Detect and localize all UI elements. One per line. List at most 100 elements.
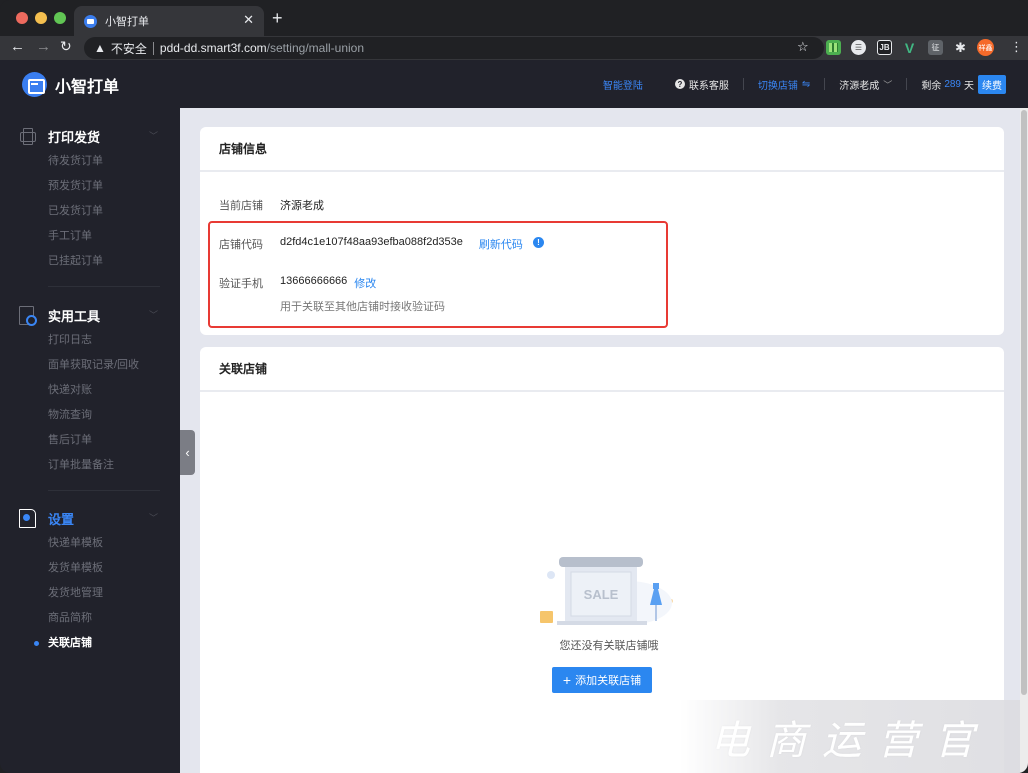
close-tab-icon[interactable]: ✕ (243, 12, 254, 28)
page-scrollbar[interactable] (1020, 108, 1028, 773)
brand-logo[interactable]: 小智打单 (22, 72, 119, 97)
collapse-sidebar-button[interactable]: ‹ (180, 430, 195, 475)
sidebar-item[interactable]: 售后订单 (0, 428, 180, 453)
browser-tab[interactable]: 小智打单 ✕ (74, 6, 264, 36)
group-title: 打印发货 (48, 129, 101, 145)
field-label: 店铺代码 (219, 239, 263, 251)
user-dropdown[interactable]: 济源老成 ﹀ (839, 77, 892, 92)
sidebar-group-header[interactable]: 设置 ﹀ (0, 505, 180, 531)
sidebar-group-header[interactable]: 打印发货 ﹀ (0, 123, 180, 149)
brand-name: 小智打单 (55, 78, 120, 96)
sidebar-divider (48, 286, 160, 287)
card-title: 店铺信息 (200, 127, 1004, 172)
settings-doc-icon (18, 509, 36, 528)
back-arrow-icon[interactable]: ← (10, 38, 25, 55)
sidebar-item[interactable]: 快递单模板 (0, 531, 180, 556)
forward-arrow-icon[interactable]: → (36, 38, 51, 55)
field-label: 当前店铺 (219, 200, 263, 212)
app-header: 小智打单 智能登陆 ? 联系客服 切换店铺 ⇋ 济源老成 ﹀ 剩余 289 天 … (0, 60, 1028, 108)
qr-code-extension-icon[interactable] (826, 40, 841, 55)
url-host: pdd-dd.smart3f.com (159, 41, 267, 55)
minimize-window-button[interactable] (35, 12, 47, 24)
sidebar-item[interactable]: 面单获取记录/回收 (0, 353, 180, 378)
sidebar-item[interactable]: 打印日志 (0, 328, 180, 353)
contact-service-link[interactable]: ? 联系客服 (674, 77, 729, 92)
phone-hint: 用于关联至其他店铺时接收验证码 (280, 301, 445, 313)
card-title: 关联店铺 (200, 347, 1004, 392)
sidebar-item[interactable]: 手工订单 (0, 224, 180, 249)
chevron-down-icon: ﹀ (883, 79, 893, 90)
info-icon[interactable]: ! (532, 237, 544, 248)
shop-code-row: 店铺代码 d2fd4c1e107f48aa93efba088f2d353e 刷新… (219, 236, 544, 252)
reload-icon[interactable]: ↻ (60, 38, 72, 55)
vue-devtools-icon[interactable]: V (902, 40, 917, 56)
box-icon (540, 611, 553, 623)
watermark-overlay: 电商运营官 (680, 700, 1020, 773)
close-window-button[interactable] (16, 12, 28, 24)
tab-title: 小智打单 (105, 16, 149, 28)
extensions-puzzle-icon[interactable]: ✱ (953, 40, 968, 55)
chevron-down-icon: ﹀ (148, 513, 158, 523)
sidebar-group-tools: 实用工具 ﹀ 打印日志 面单获取记录/回收 快递对账 物流查询 售后订单 订单批… (0, 302, 180, 478)
chevron-left-icon: ‹ (185, 445, 190, 460)
insecure-label: 不安全 (110, 41, 147, 56)
divider (906, 78, 908, 90)
edit-phone-link[interactable]: 修改 (354, 275, 376, 291)
favicon-icon (84, 14, 97, 28)
new-tab-button[interactable]: + (272, 8, 283, 29)
bookmark-star-icon[interactable]: ☆ (797, 39, 809, 55)
help-icon: ? (674, 79, 685, 89)
shop-info-card: 店铺信息 当前店铺 济源老成 店铺代码 d2fd4c1e107f48aa93ef… (200, 127, 1004, 335)
field-label: 验证手机 (219, 278, 263, 290)
sidebar-item[interactable]: 已挂起订单 (0, 249, 180, 274)
user-name: 济源老成 (839, 80, 880, 92)
sidebar-item[interactable]: 订单批量备注 (0, 453, 180, 478)
printer-icon (18, 127, 36, 145)
sidebar-item[interactable]: 预发货订单 (0, 174, 180, 199)
current-shop-value: 济源老成 (280, 200, 324, 212)
sidebar-item[interactable]: 快递对账 (0, 378, 180, 403)
maximize-window-button[interactable] (54, 12, 66, 24)
sale-text: SALE (584, 587, 619, 602)
zheng-extension-icon[interactable]: 征 (928, 40, 943, 55)
watermark-text: 电商运营官 (710, 717, 990, 764)
renew-button[interactable]: 续费 (978, 74, 1006, 94)
smart-login-link[interactable]: 智能登陆 (603, 77, 643, 92)
browser-toolbar: ← → ↻ ▲ 不安全 pdd-dd.smart3f.com /setting/… (0, 36, 1028, 60)
sidebar-item[interactable]: 商品简称 (0, 606, 180, 631)
shop-code-value: d2fd4c1e107f48aa93efba088f2d353e (280, 236, 463, 248)
remain-days-value: 289 (944, 78, 961, 90)
header-actions: 智能登陆 ? 联系客服 切换店铺 ⇋ 济源老成 ﹀ 剩余 289 天 续费 (603, 60, 1006, 108)
printer-logo-icon (22, 72, 47, 97)
switch-shop-link[interactable]: 切换店铺 ⇋ (758, 77, 810, 92)
sidebar-item[interactable]: 待发货订单 (0, 149, 180, 174)
refresh-code-link[interactable]: 刷新代码 (479, 236, 523, 252)
web-extension-icon[interactable]: ☰ (851, 40, 866, 55)
profile-avatar[interactable]: 祥鑫 (977, 39, 994, 56)
address-bar[interactable]: ▲ 不安全 pdd-dd.smart3f.com /setting/mall-u… (84, 37, 824, 59)
sidebar-item[interactable]: 物流查询 (0, 403, 180, 428)
sidebar-group-header[interactable]: 实用工具 ﹀ (0, 302, 180, 328)
sidebar-item[interactable]: 发货单模板 (0, 556, 180, 581)
store-awning (559, 557, 643, 567)
chevron-down-icon: ﹀ (148, 131, 158, 141)
url-path: /setting/mall-union (266, 41, 365, 55)
sidebar-group-print-ship: 打印发货 ﹀ 待发货订单 预发货订单 已发货订单 手工订单 已挂起订单 (0, 123, 180, 274)
jetbrains-extension-icon[interactable]: JB (877, 40, 892, 55)
sidebar: 打印发货 ﹀ 待发货订单 预发货订单 已发货订单 手工订单 已挂起订单 实用工具… (0, 108, 180, 773)
sidebar-item[interactable]: 已发货订单 (0, 199, 180, 224)
empty-store-illustration: SALE (540, 557, 673, 625)
add-linked-shop-button[interactable]: + 添加关联店铺 (552, 667, 652, 693)
phone-row: 验证手机 13666666666 修改 (219, 275, 376, 291)
tab-strip: 小智打单 ✕ + (0, 0, 1028, 36)
switch-shop-label: 切换店铺 (757, 80, 798, 92)
divider (742, 78, 744, 90)
sidebar-item[interactable]: 发货地管理 (0, 581, 180, 606)
browser-menu-icon[interactable]: ⋮ (1010, 39, 1023, 55)
decor-dot (547, 571, 555, 579)
sidebar-item-linked-shops[interactable]: 关联店铺 (0, 631, 180, 656)
remaining-days: 剩余 289 天 (921, 77, 974, 92)
scrollbar-thumb[interactable] (1021, 110, 1027, 695)
tool-search-icon (18, 306, 37, 326)
url-separator (152, 41, 154, 55)
